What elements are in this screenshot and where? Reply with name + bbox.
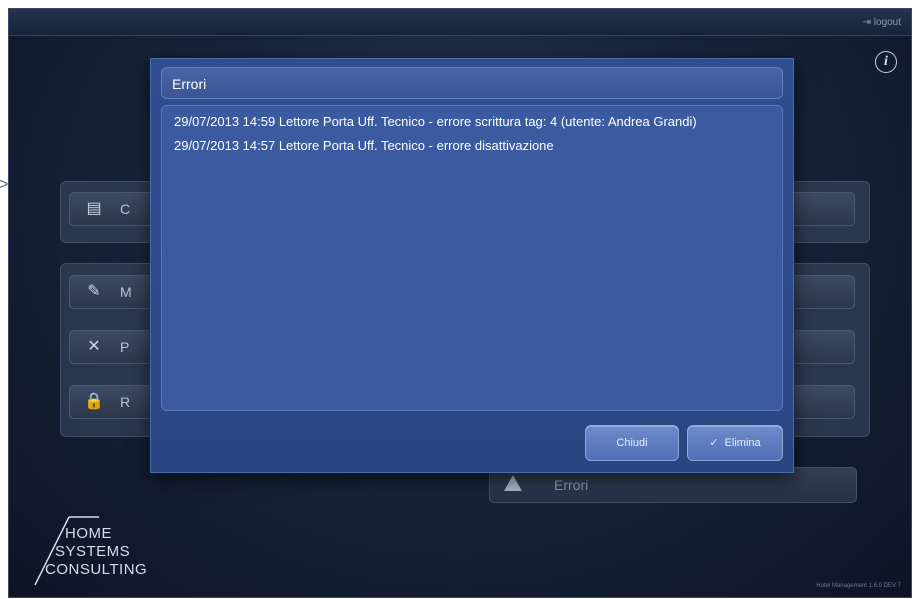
error-list[interactable]: 29/07/2013 14:59 Lettore Porta Uff. Tecn… (161, 105, 783, 411)
logo-line-3: CONSULTING (45, 561, 148, 578)
menu-item-label: M (120, 284, 132, 300)
lock-icon: 🔒 (84, 393, 104, 410)
tools-icon: ✕ (87, 338, 101, 355)
logout-label: logout (873, 17, 901, 28)
logout-link[interactable]: ⇥ logout (863, 17, 901, 28)
delete-button-label: Elimina (724, 437, 761, 449)
top-bar: ⇥ logout (9, 9, 911, 36)
dialog-header: Errori (161, 67, 783, 99)
menu-item-label: P (120, 339, 130, 355)
dialog-title: Errori (172, 76, 207, 92)
menu-item-label: C (120, 201, 131, 217)
logo-line-1: HOME (65, 525, 112, 542)
errors-button-label: Errori (554, 477, 589, 493)
close-button[interactable]: Chiudi (585, 425, 679, 461)
company-logo: HOME SYSTEMS CONSULTING (29, 509, 169, 589)
errors-dialog: Errori 29/07/2013 14:59 Lettore Porta Uf… (150, 58, 794, 473)
close-button-label: Chiudi (616, 437, 648, 449)
delete-button[interactable]: ✓ Elimina (687, 425, 783, 461)
menu-item-label: R (120, 394, 131, 410)
check-icon: ✓ (709, 437, 719, 449)
list-item[interactable]: 29/07/2013 14:57 Lettore Porta Uff. Tecn… (174, 138, 772, 154)
logo-line-2: SYSTEMS (55, 543, 131, 560)
bed-icon: ▤ (86, 200, 102, 217)
list-item[interactable]: 29/07/2013 14:59 Lettore Porta Uff. Tecn… (174, 114, 772, 130)
pencil-icon: ✎ (87, 283, 101, 300)
warning-icon (504, 475, 522, 491)
version-footer: Hotel Management 1.6.0 DEV 7 (816, 583, 901, 589)
info-icon[interactable]: i (875, 51, 897, 73)
